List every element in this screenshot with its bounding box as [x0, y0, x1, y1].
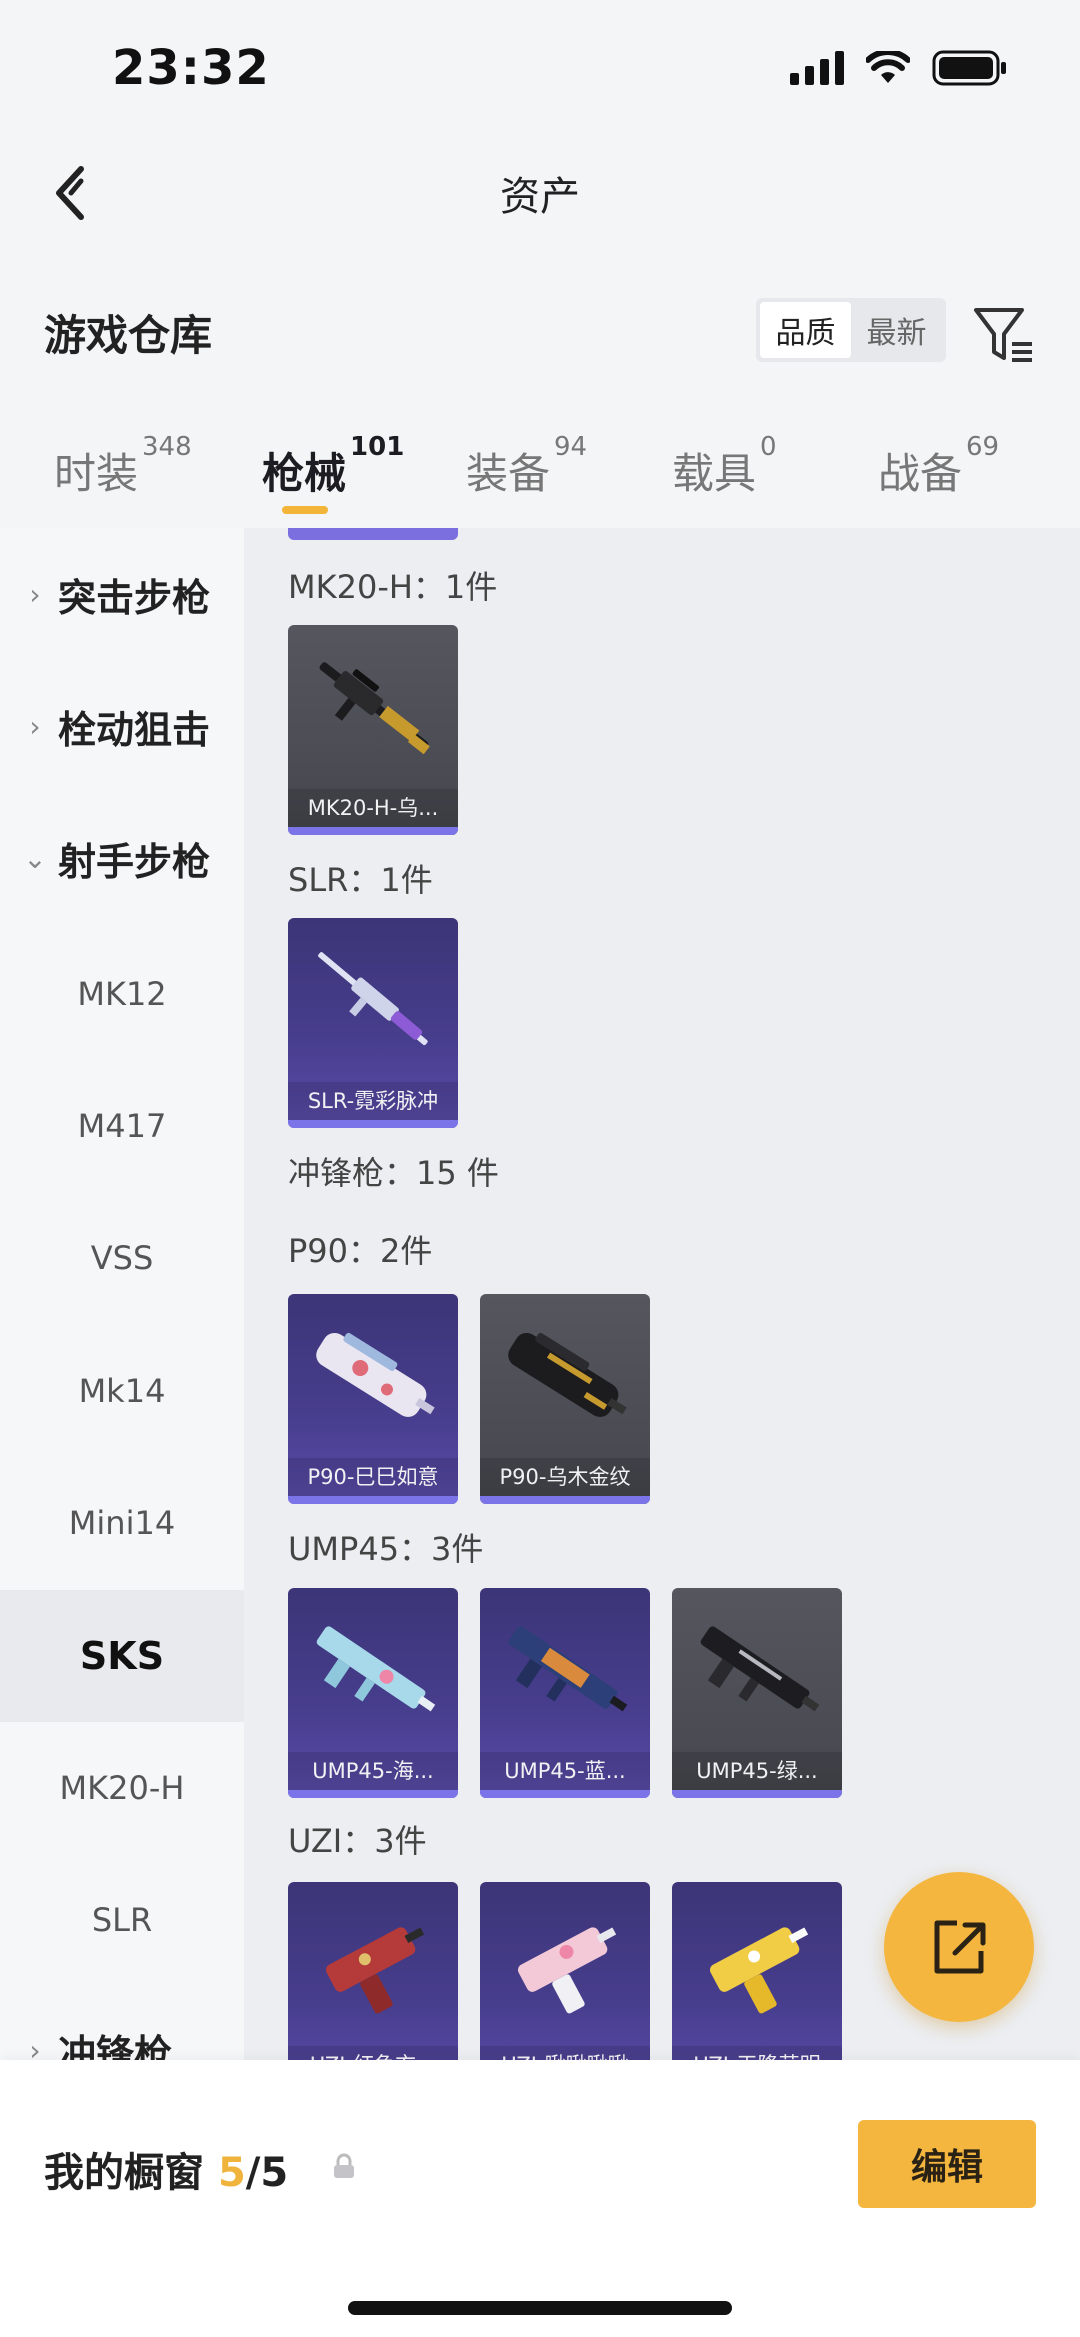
- sidebar-item-smg[interactable]: › 冲锋枪: [0, 1984, 244, 2061]
- rarity-bar: [288, 1120, 458, 1128]
- wifi-icon: [866, 51, 910, 83]
- nav-bar: 资产: [0, 140, 1080, 250]
- tab-firearms[interactable]: 枪械101: [262, 432, 404, 501]
- chevron-right-icon: ›: [29, 2033, 41, 2061]
- smg-image: [316, 1626, 436, 1712]
- section-label-uzi: UZI：3件: [288, 1822, 427, 1860]
- weapon-card-name: MK20-H-乌...: [288, 789, 458, 827]
- tab-count: 101: [350, 432, 405, 462]
- tab-equipment[interactable]: 装备94: [466, 432, 587, 501]
- weapon-card[interactable]: P90-巳巳如意: [288, 1294, 458, 1504]
- chevron-down-icon: ⌄: [23, 841, 47, 875]
- weapon-card-name: UZI-天降萌明: [672, 2046, 842, 2060]
- tab-count: 348: [142, 432, 192, 462]
- weapon-card[interactable]: UZI-啾啾啾啾: [480, 1882, 650, 2060]
- section-label-ump45: UMP45：3件: [288, 1530, 484, 1568]
- chevron-right-icon: ›: [29, 709, 41, 743]
- rarity-bar: [672, 1790, 842, 1798]
- showcase-current-count: 5: [217, 2150, 246, 2196]
- status-bar: 23:32: [0, 0, 1080, 140]
- smg-image: [325, 1927, 425, 2014]
- weapon-card[interactable]: UMP45-蓝...: [480, 1588, 650, 1798]
- smg-image: [316, 1332, 435, 1417]
- sort-latest-button[interactable]: 最新: [851, 302, 942, 358]
- status-icons: [790, 50, 1008, 86]
- chevron-right-icon: ›: [29, 577, 41, 611]
- weapon-card-name: UMP45-绿...: [672, 1752, 842, 1790]
- weapon-card-name: P90-巳巳如意: [288, 1458, 458, 1496]
- active-tab-indicator: [282, 506, 328, 514]
- tab-combat-gear[interactable]: 战备69: [878, 432, 999, 501]
- tab-count: 69: [966, 432, 1000, 462]
- weapon-card[interactable]: P90-乌木金纹: [480, 1294, 650, 1504]
- sidebar-item-assault-rifles[interactable]: › 突击步枪: [0, 528, 244, 660]
- warehouse-title: 游戏仓库: [44, 311, 213, 360]
- tab-vehicles[interactable]: 载具0: [672, 432, 777, 501]
- section-label-smg: 冲锋枪：15 件: [288, 1154, 499, 1192]
- sidebar-item-sks[interactable]: SKS: [0, 1590, 244, 1722]
- weapon-card[interactable]: SLR-霓彩脉冲: [288, 918, 458, 1128]
- weapon-content-list: MK20-H：1件 MK20-H-乌... SLR：1件 SLR-霓彩脉冲 冲锋…: [244, 528, 1080, 2060]
- weapon-card[interactable]: UMP45-海...: [288, 1588, 458, 1798]
- battery-icon: [932, 50, 1006, 86]
- page-title: 资产: [500, 174, 580, 220]
- weapon-card-name: SLR-霓彩脉冲: [288, 1082, 458, 1120]
- category-tabs: 时装348 枪械101 装备94 载具0 战备69: [0, 410, 1080, 528]
- tab-outfits[interactable]: 时装348: [54, 432, 192, 501]
- rifle-image: [318, 952, 428, 1046]
- smg-image: [508, 1332, 627, 1417]
- section-label-mk20h: MK20-H：1件: [288, 568, 498, 606]
- weapon-card[interactable]: UZI-天降萌明: [672, 1882, 842, 2060]
- rarity-bar: [288, 827, 458, 835]
- showcase-bar: 我的橱窗 5/5 编辑: [0, 2060, 1080, 2337]
- sidebar-item-vss[interactable]: VSS: [0, 1192, 244, 1324]
- share-button[interactable]: [884, 1872, 1034, 2022]
- smg-image: [700, 1626, 820, 1712]
- smg-image: [508, 1626, 628, 1712]
- warehouse-header: 游戏仓库 品质 最新: [0, 250, 1080, 410]
- rarity-bar: [288, 1496, 458, 1504]
- tab-count: 94: [554, 432, 588, 462]
- sort-toggle: 品质 最新: [756, 298, 946, 362]
- showcase-total-count: /5: [245, 2150, 289, 2196]
- weapon-card-name: UZI-啾啾啾啾: [480, 2046, 650, 2060]
- sidebar-item-bolt-sniper[interactable]: › 栓动狙击: [0, 660, 244, 792]
- home-indicator: [348, 2301, 732, 2315]
- cellular-signal-icon: [790, 51, 844, 85]
- weapon-card-name: P90-乌木金纹: [480, 1458, 650, 1496]
- sidebar-item-mk12[interactable]: MK12: [0, 928, 244, 1060]
- section-label-slr: SLR：1件: [288, 861, 433, 899]
- sort-quality-button[interactable]: 品质: [760, 302, 851, 358]
- weapon-card-name: UZI-红龟玄...: [288, 2046, 458, 2060]
- card-partial-top: [288, 528, 458, 540]
- lock-icon: [334, 2153, 354, 2178]
- edit-button[interactable]: 编辑: [858, 2120, 1036, 2208]
- rarity-bar: [480, 1496, 650, 1504]
- status-time: 23:32: [112, 40, 270, 96]
- sidebar-item-slr[interactable]: SLR: [0, 1854, 244, 1986]
- sidebar-item-mini14[interactable]: Mini14: [0, 1457, 244, 1589]
- rarity-bar: [288, 1790, 458, 1798]
- weapon-type-sidebar: › 突击步枪 › 栓动狙击 ⌄ 射手步枪 MK12 M417 VSS Mk14 Min…: [0, 528, 244, 2060]
- weapon-card[interactable]: UZI-红龟玄...: [288, 1882, 458, 2060]
- sidebar-item-m417[interactable]: M417: [0, 1060, 244, 1192]
- weapon-card[interactable]: MK20-H-乌...: [288, 625, 458, 835]
- sidebar-item-mk14[interactable]: Mk14: [0, 1325, 244, 1457]
- rifle-image: [319, 662, 430, 755]
- smg-image: [517, 1927, 617, 2014]
- showcase-label: 我的橱窗 5/5: [44, 2150, 289, 2196]
- weapon-card-name: UMP45-蓝...: [480, 1752, 650, 1790]
- weapon-card-name: UMP45-海...: [288, 1752, 458, 1790]
- tab-count: 0: [760, 432, 777, 462]
- share-icon: [934, 1920, 986, 1974]
- rarity-bar: [480, 1790, 650, 1798]
- sidebar-item-marksman-rifles[interactable]: ⌄ 射手步枪: [0, 792, 244, 924]
- filter-icon[interactable]: [970, 300, 1040, 370]
- smg-image: [709, 1927, 809, 2014]
- sidebar-item-mk20h[interactable]: MK20-H: [0, 1722, 244, 1854]
- section-label-p90: P90：2件: [288, 1232, 433, 1270]
- weapon-card[interactable]: UMP45-绿...: [672, 1588, 842, 1798]
